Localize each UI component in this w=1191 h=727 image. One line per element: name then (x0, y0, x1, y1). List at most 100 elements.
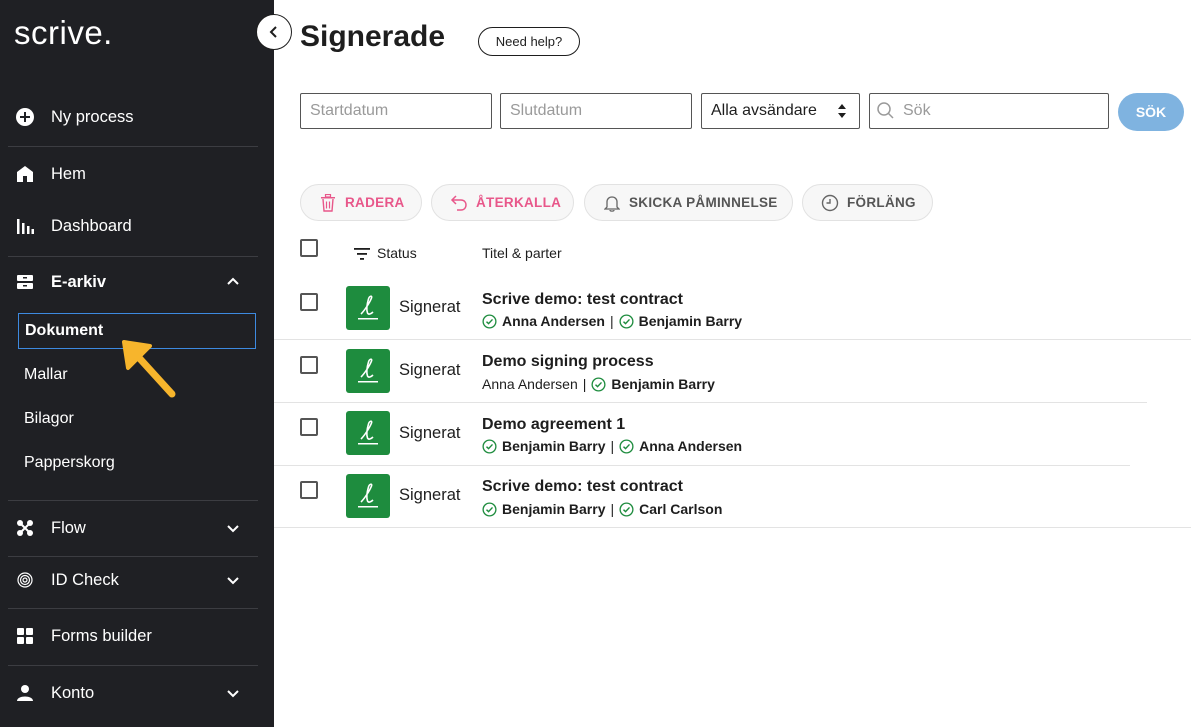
party-separator: | (610, 438, 615, 454)
send-reminder-button[interactable]: SKICKA PÅMINNELSE (584, 184, 793, 221)
search-placeholder: Sök (903, 102, 931, 119)
party: Anna Andersen (619, 438, 742, 454)
scrive-logo[interactable]: scrive. (14, 14, 113, 52)
extend-label: FÖRLÄNG (847, 195, 916, 210)
document-title[interactable]: Scrive demo: test contract (482, 478, 683, 496)
party-name: Benjamin Barry (638, 313, 743, 329)
party: Benjamin Barry (482, 438, 605, 454)
sidebar: scrive. Ny process Hem Dashboard E-arkiv… (0, 0, 274, 727)
pointer-arrow-icon (122, 340, 176, 398)
sidebar-item-hem[interactable]: Hem (0, 156, 274, 192)
document-title[interactable]: Demo agreement 1 (482, 416, 625, 434)
status-text: Signerat (399, 486, 461, 504)
bell-icon (603, 194, 621, 212)
search-button[interactable]: SÖK (1118, 93, 1184, 131)
recall-button[interactable]: ÅTERKALLA (431, 184, 574, 221)
sidebar-item-e-arkiv[interactable]: E-arkiv (0, 264, 274, 300)
party-name: Anna Andersen (502, 313, 605, 329)
chevron-left-icon (269, 26, 277, 38)
flow-icon (15, 518, 35, 538)
undo-icon (450, 194, 468, 212)
document-title[interactable]: Demo signing process (482, 353, 654, 371)
sort-arrows-icon (838, 104, 846, 118)
filter-icon[interactable] (353, 247, 371, 261)
party: Benjamin Barry (591, 376, 715, 392)
party-separator: | (582, 376, 587, 392)
search-input[interactable]: Sök (869, 93, 1109, 129)
row-checkbox[interactable] (300, 418, 318, 436)
chevron-up-icon[interactable] (224, 273, 242, 291)
parties: Anna Andersen | Benjamin Barry (482, 376, 715, 392)
status-text: Signerat (399, 424, 461, 442)
archive-icon (15, 272, 35, 292)
chevron-down-icon[interactable] (224, 571, 242, 589)
row-checkbox[interactable] (300, 356, 318, 374)
recall-label: ÅTERKALLA (476, 195, 562, 210)
check-circle-icon (482, 438, 497, 454)
column-header-title: Titel & parter (482, 245, 562, 261)
party: Anna Andersen (482, 313, 605, 329)
parties: Anna Andersen | Benjamin Barry (482, 313, 742, 329)
sender-select-value: Alla avsändare (711, 102, 817, 119)
chevron-down-icon[interactable] (224, 519, 242, 537)
row-checkbox[interactable] (300, 293, 318, 311)
sidebar-subitem-papperskorg[interactable]: Papperskorg (18, 445, 256, 481)
party-separator: | (610, 501, 615, 517)
user-icon (15, 683, 35, 703)
row-divider (274, 465, 1130, 466)
sidebar-item-id-check[interactable]: ID Check (0, 562, 274, 598)
sidebar-item-konto[interactable]: Konto (0, 675, 274, 711)
document-title[interactable]: Scrive demo: test contract (482, 291, 683, 309)
start-date-input[interactable]: Startdatum (300, 93, 492, 129)
extend-button[interactable]: FÖRLÄNG (802, 184, 933, 221)
home-icon (15, 164, 35, 184)
divider (8, 665, 258, 666)
check-circle-icon (482, 313, 497, 329)
collapse-sidebar-button[interactable] (256, 14, 292, 50)
party-name: Anna Andersen (482, 376, 578, 392)
sidebar-item-label: E-arkiv (51, 272, 107, 291)
divider (8, 608, 258, 609)
sidebar-subitem-bilagor[interactable]: Bilagor (18, 401, 256, 437)
signed-status-icon (346, 286, 390, 330)
column-header-status[interactable]: Status (377, 245, 417, 261)
party: Benjamin Barry (482, 501, 605, 517)
parties: Benjamin Barry | Carl Carlson (482, 501, 722, 517)
sidebar-item-label: Dashboard (51, 216, 132, 235)
sender-select[interactable]: Alla avsändare (701, 93, 860, 129)
party-name: Benjamin Barry (502, 501, 606, 517)
divider (8, 146, 258, 147)
party-separator: | (609, 313, 614, 329)
row-divider (274, 527, 1191, 528)
party-name: Benjamin Barry (611, 376, 715, 392)
parties: Benjamin Barry | Anna Andersen (482, 438, 742, 454)
divider (8, 500, 258, 501)
signed-status-icon (346, 411, 390, 455)
check-circle-icon (591, 376, 606, 392)
sidebar-item-forms-builder[interactable]: Forms builder (0, 618, 274, 654)
end-date-input[interactable]: Slutdatum (500, 93, 692, 129)
signed-status-icon (346, 349, 390, 393)
sidebar-item-label: Hem (51, 164, 86, 183)
need-help-button[interactable]: Need help? (478, 27, 580, 56)
fingerprint-icon (15, 570, 35, 590)
sidebar-item-dashboard[interactable]: Dashboard (0, 208, 274, 244)
search-icon (877, 102, 894, 119)
party-name: Carl Carlson (639, 501, 723, 517)
select-all-checkbox[interactable] (300, 239, 318, 257)
bar-chart-icon (15, 216, 35, 236)
sidebar-item-label: Flow (51, 518, 86, 537)
delete-button[interactable]: RADERA (300, 184, 422, 221)
sidebar-item-ny-process[interactable]: Ny process (0, 99, 274, 135)
chevron-down-icon[interactable] (224, 684, 242, 702)
check-circle-icon (619, 501, 634, 517)
row-checkbox[interactable] (300, 481, 318, 499)
party: Benjamin Barry (619, 313, 742, 329)
clock-icon (821, 194, 839, 212)
party: Anna Andersen (482, 376, 578, 392)
check-circle-icon (482, 501, 497, 517)
party-name: Anna Andersen (639, 438, 743, 454)
send-reminder-label: SKICKA PÅMINNELSE (629, 195, 778, 210)
sidebar-item-flow[interactable]: Flow (0, 510, 274, 546)
row-divider (274, 339, 1191, 340)
